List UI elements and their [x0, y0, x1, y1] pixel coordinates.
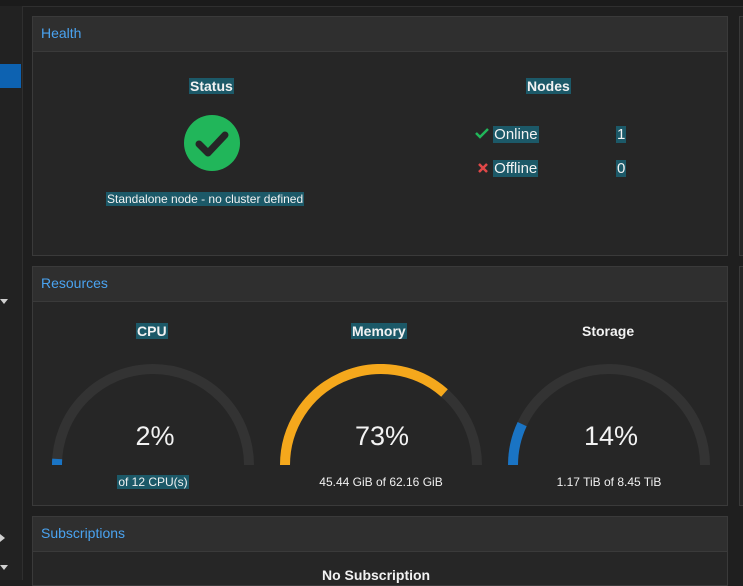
adjacent-panel-edge: [739, 266, 743, 506]
adjacent-panel-edge: [739, 16, 743, 256]
nav-item-selected[interactable]: [0, 64, 21, 88]
nodes-heading: Nodes: [526, 78, 571, 94]
status-heading: Status: [189, 78, 234, 94]
storage-detail: 1.17 TiB of 8.45 TiB: [509, 475, 709, 489]
check-icon: [475, 126, 489, 140]
cpu-gauge: [52, 364, 254, 468]
storage-gauge: [508, 364, 710, 468]
offline-count: 0: [616, 160, 626, 177]
cpu-detail: of 12 CPU(s): [53, 475, 253, 489]
storage-label: Storage: [582, 323, 634, 339]
node-row-online: Online: [475, 126, 539, 143]
panel-title: Health: [41, 25, 81, 41]
online-count: 1: [616, 126, 626, 143]
chevron-down-icon[interactable]: [0, 565, 8, 570]
left-navigation: [0, 6, 23, 580]
status-ok-icon: [184, 115, 240, 171]
node-row-offline: Offline: [477, 160, 538, 177]
cpu-label: CPU: [136, 323, 168, 339]
error-x-icon: [477, 162, 489, 174]
storage-percent: 14%: [511, 421, 711, 452]
subscription-status: No Subscription: [322, 567, 430, 583]
status-text: Standalone node - no cluster defined: [106, 192, 304, 206]
health-panel-header: Health: [33, 17, 727, 52]
chevron-down-icon[interactable]: [0, 299, 8, 304]
panel-title: Subscriptions: [41, 525, 125, 541]
memory-percent: 73%: [282, 421, 482, 452]
memory-gauge: [280, 364, 482, 468]
online-label: Online: [493, 126, 538, 143]
cpu-percent: 2%: [55, 421, 255, 452]
resources-panel-header: Resources: [33, 267, 727, 302]
subscriptions-panel-header: Subscriptions: [33, 517, 727, 552]
top-bar: [0, 0, 743, 7]
memory-label: Memory: [351, 323, 407, 339]
chevron-right-icon[interactable]: [0, 534, 5, 542]
panel-title: Resources: [41, 275, 108, 291]
memory-detail: 45.44 GiB of 62.16 GiB: [281, 475, 481, 489]
offline-label: Offline: [493, 160, 538, 177]
